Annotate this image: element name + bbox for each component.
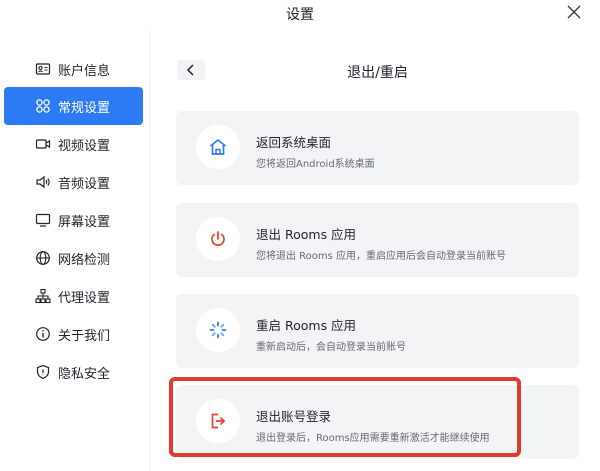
- card-exit-rooms[interactable]: 退出 Rooms 应用 您将退出 Rooms 应用，重启应用后会自动登录当前账号: [176, 203, 579, 277]
- main-panel: 退出/重启 返回系统桌面 您将返回Android系统桌面 退出 Rooms 应用…: [151, 30, 600, 471]
- card-description: 退出登录后，Rooms应用需要重新激活才能继续使用: [256, 433, 490, 444]
- sidebar-item-privacy-security[interactable]: 隐私安全: [4, 353, 143, 391]
- sidebar-item-video-settings[interactable]: 视频设置: [4, 125, 143, 163]
- sidebar-item-label: 关于我们: [58, 329, 111, 344]
- sidebar-item-general-settings[interactable]: 常规设置: [4, 87, 143, 125]
- card-icon-container: [196, 399, 240, 443]
- home-icon: [209, 139, 227, 155]
- card-icon-container: [196, 308, 240, 352]
- sidebar-item-network-check[interactable]: 网络检测: [4, 239, 143, 277]
- speaker-icon: [35, 174, 51, 190]
- sidebar-item-label: 账户信息: [58, 64, 111, 79]
- card-icon-container: [196, 217, 240, 261]
- sidebar-item-about-us[interactable]: 关于我们: [4, 315, 143, 353]
- sidebar-item-label: 屏幕设置: [58, 215, 111, 230]
- info-icon: [35, 326, 51, 342]
- page-title: 退出/重启: [347, 65, 408, 81]
- sidebar-item-label: 隐私安全: [58, 367, 111, 382]
- logout-icon: [211, 413, 225, 429]
- sidebar-item-audio-settings[interactable]: 音频设置: [4, 163, 143, 201]
- sidebar-item-label: 音频设置: [58, 177, 111, 192]
- sidebar-item-proxy-settings[interactable]: 代理设置: [4, 277, 143, 315]
- card-logout-account[interactable]: 退出账号登录 退出登录后，Rooms应用需要重新激活才能继续使用: [176, 385, 579, 459]
- title-bar: 设置: [0, 0, 600, 26]
- loading-spinner-icon: [209, 321, 227, 339]
- card-icon-container: [196, 125, 240, 169]
- card-return-desktop[interactable]: 返回系统桌面 您将返回Android系统桌面: [176, 111, 579, 185]
- sidebar-item-account-info[interactable]: 账户信息: [4, 50, 143, 88]
- grid-icon: [35, 98, 51, 114]
- video-camera-icon: [35, 136, 51, 152]
- card-description: 重新启动后，会自动登录当前账号: [256, 342, 406, 353]
- card-title: 退出账号登录: [256, 409, 332, 424]
- sidebar-item-label: 视频设置: [58, 139, 111, 154]
- sidebar-item-label: 网络检测: [58, 253, 111, 268]
- card-title: 重启 Rooms 应用: [256, 318, 357, 333]
- card-title: 返回系统桌面: [256, 135, 332, 150]
- monitor-icon: [35, 212, 51, 228]
- card-title: 退出 Rooms 应用: [256, 227, 357, 242]
- sidebar: 账户信息 常规设置 视频设置 音频设置 屏幕设置 网络检测 代理设置 关于我们 …: [0, 30, 150, 471]
- id-card-icon: [35, 61, 51, 77]
- card-description: 您将退出 Rooms 应用，重启应用后会自动登录当前账号: [256, 251, 507, 262]
- sidebar-item-label: 常规设置: [58, 101, 111, 116]
- sidebar-item-screen-settings[interactable]: 屏幕设置: [4, 201, 143, 239]
- power-icon: [211, 231, 225, 246]
- globe-icon: [35, 250, 51, 266]
- close-icon[interactable]: [566, 4, 582, 20]
- sidebar-item-label: 代理设置: [58, 291, 111, 306]
- window-title: 设置: [286, 7, 314, 23]
- card-restart-rooms[interactable]: 重启 Rooms 应用 重新启动后，会自动登录当前账号: [176, 294, 579, 368]
- shield-icon: [35, 364, 51, 380]
- network-tree-icon: [35, 288, 51, 304]
- card-description: 您将返回Android系统桌面: [256, 159, 375, 170]
